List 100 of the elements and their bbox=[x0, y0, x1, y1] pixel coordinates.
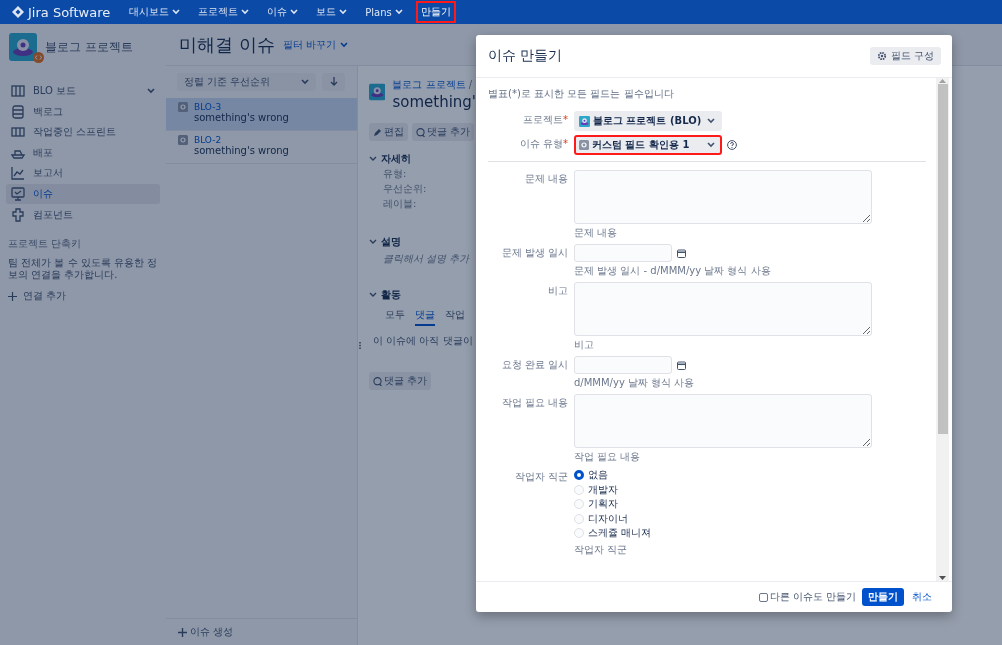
nav-menu-item[interactable]: 대시보드 bbox=[124, 1, 186, 23]
pencil-icon bbox=[373, 127, 382, 137]
nav-menu-item[interactable]: 이슈 bbox=[262, 1, 304, 23]
create-another-checkbox[interactable]: 다른 이슈도 만들기 bbox=[758, 590, 856, 604]
arrow-down-icon bbox=[329, 77, 338, 87]
issue-key[interactable]: BLO-3 bbox=[194, 102, 289, 112]
plus-icon bbox=[8, 291, 17, 301]
text-area[interactable] bbox=[574, 394, 872, 448]
chevron-down-icon bbox=[290, 9, 299, 15]
sidebar-item[interactable]: BLO 보드 bbox=[6, 81, 160, 101]
field-label: 우선순위: bbox=[382, 182, 428, 196]
nav-menu-item[interactable]: 프로젝트 bbox=[193, 1, 255, 23]
chevron-down-icon bbox=[339, 9, 348, 15]
filter-dropdown[interactable]: 필터 바꾸기 bbox=[282, 37, 348, 52]
radio-option[interactable]: 개발자 bbox=[574, 482, 936, 497]
breadcrumb-link[interactable]: 블로그 프로젝트 bbox=[392, 79, 466, 90]
calendar-icon[interactable] bbox=[677, 248, 686, 258]
configure-fields-button[interactable]: 필드 구성 bbox=[869, 47, 941, 65]
activity-tab[interactable]: 모두 bbox=[385, 308, 405, 326]
page-title: 미해결 이슈 bbox=[179, 32, 275, 57]
create-issue-button[interactable]: 이슈 생성 bbox=[178, 625, 234, 639]
field-label: 비고 bbox=[547, 284, 568, 298]
sort-dropdown[interactable]: 정렬 기준 우선순위 bbox=[177, 73, 316, 91]
add-link-button[interactable]: 연결 추가 bbox=[8, 289, 158, 304]
chevron-down-icon bbox=[707, 142, 715, 148]
dialog-title: 이슈 만들기 bbox=[488, 47, 563, 65]
comment-icon bbox=[373, 376, 382, 386]
scrollbar[interactable] bbox=[936, 78, 949, 581]
field-description: 문제 발생 일시 - d/MMM/yy 날짜 형식 사용 bbox=[574, 264, 772, 278]
add-comment-button[interactable]: 댓글 추가 bbox=[369, 372, 432, 390]
issue-list-item[interactable]: BLO-2 something's wrong bbox=[166, 131, 357, 164]
list-icon bbox=[11, 104, 25, 119]
code-badge-icon bbox=[33, 52, 44, 63]
section-title: 설명 bbox=[381, 235, 401, 249]
create-button[interactable]: 만들기 bbox=[862, 588, 904, 606]
chevron-down-icon[interactable] bbox=[369, 239, 377, 245]
chevron-down-icon bbox=[301, 79, 309, 85]
radio-button[interactable] bbox=[574, 470, 584, 481]
section-title: 활동 bbox=[381, 288, 401, 302]
activity-tab[interactable]: 댓글 bbox=[415, 308, 435, 326]
activity-tab[interactable]: 작업 bbox=[445, 308, 465, 326]
chevron-down-icon bbox=[172, 9, 181, 15]
nav-menu-item[interactable]: 만들기 bbox=[415, 1, 456, 23]
cancel-link[interactable]: 취소 bbox=[910, 590, 934, 604]
chevron-down-icon[interactable] bbox=[369, 156, 377, 162]
chevron-down-icon[interactable] bbox=[369, 292, 377, 298]
issue-list-item[interactable]: BLO-3 something's wrong bbox=[166, 98, 357, 131]
board-icon bbox=[11, 84, 25, 98]
issue-type-icon bbox=[178, 135, 188, 145]
issue-title: something' bbox=[392, 93, 476, 111]
radio-option[interactable]: 스케쥴 매니져 bbox=[574, 526, 936, 541]
field-label: 요청 완료 일시 bbox=[500, 358, 568, 372]
field-label: 문제 발생 일시 bbox=[500, 246, 568, 260]
field-label: 유형: bbox=[382, 167, 408, 181]
text-area[interactable] bbox=[574, 282, 872, 336]
nav-menu-item[interactable]: Plans bbox=[360, 2, 408, 22]
chevron-down-icon bbox=[339, 41, 348, 48]
comment-icon bbox=[416, 127, 425, 137]
description-prompt[interactable]: 클릭해서 설명 추가 bbox=[369, 252, 476, 266]
date-field[interactable] bbox=[574, 356, 672, 374]
sidebar-item[interactable]: 배포 bbox=[6, 142, 160, 163]
product-name: Jira Software bbox=[28, 4, 111, 20]
field-label: 작업자 직군 bbox=[513, 470, 568, 484]
chart-icon bbox=[11, 166, 25, 181]
settings-icon bbox=[876, 51, 887, 61]
field-label: 프로젝트* bbox=[522, 113, 568, 127]
resize-handle-icon[interactable] bbox=[359, 342, 361, 350]
plus-icon bbox=[178, 627, 187, 637]
field-description: 비고 bbox=[574, 338, 595, 352]
issue-key[interactable]: BLO-2 bbox=[194, 135, 289, 145]
monitor-icon bbox=[11, 186, 25, 201]
shortcuts-text: 팀 전체가 볼 수 있도록 유용한 정보의 연결을 추가합니다. bbox=[8, 257, 158, 282]
radio-option[interactable]: 기획자 bbox=[574, 497, 936, 512]
sidebar-item[interactable]: 작업중인 스프린트 bbox=[6, 122, 160, 143]
issue-summary: something's wrong bbox=[194, 112, 289, 123]
sidebar-item[interactable]: 이슈 bbox=[6, 183, 160, 204]
radio-option[interactable]: 디자이너 bbox=[574, 511, 936, 526]
text-area[interactable] bbox=[574, 170, 872, 224]
section-title: 프로젝트 단축키 bbox=[8, 237, 83, 252]
jira-logo-icon bbox=[12, 6, 24, 18]
project-select[interactable]: 블로그 프로젝트 (BLO) bbox=[574, 111, 722, 131]
sidebar-item[interactable]: 백로그 bbox=[6, 101, 160, 122]
radio-option[interactable]: 없음 bbox=[574, 468, 936, 483]
chevron-down-icon bbox=[241, 9, 250, 15]
edit-button[interactable]: 편집 bbox=[369, 123, 408, 141]
sort-direction-button[interactable] bbox=[322, 73, 345, 91]
calendar-icon[interactable] bbox=[677, 360, 686, 370]
sidebar-item[interactable]: 컴포넌트 bbox=[6, 204, 160, 225]
scroll-down-icon[interactable] bbox=[939, 576, 946, 581]
required-note: 별표(*)로 표시한 모든 필드는 필수입니다 bbox=[488, 87, 675, 101]
issue-type-select[interactable]: 커스텀 필드 확인용 1 bbox=[574, 135, 722, 155]
field-description: d/MMM/yy 날짜 형식 사용 bbox=[574, 376, 696, 390]
field-label: 레이블: bbox=[382, 197, 418, 211]
comment-button[interactable]: 댓글 추가 bbox=[412, 123, 475, 141]
chevron-down-icon bbox=[394, 9, 403, 15]
issue-type-icon bbox=[579, 140, 589, 150]
help-icon[interactable] bbox=[727, 140, 737, 150]
date-field[interactable] bbox=[574, 244, 672, 262]
nav-menu-item[interactable]: 보드 bbox=[311, 1, 353, 23]
sidebar-item[interactable]: 보고서 bbox=[6, 163, 160, 184]
